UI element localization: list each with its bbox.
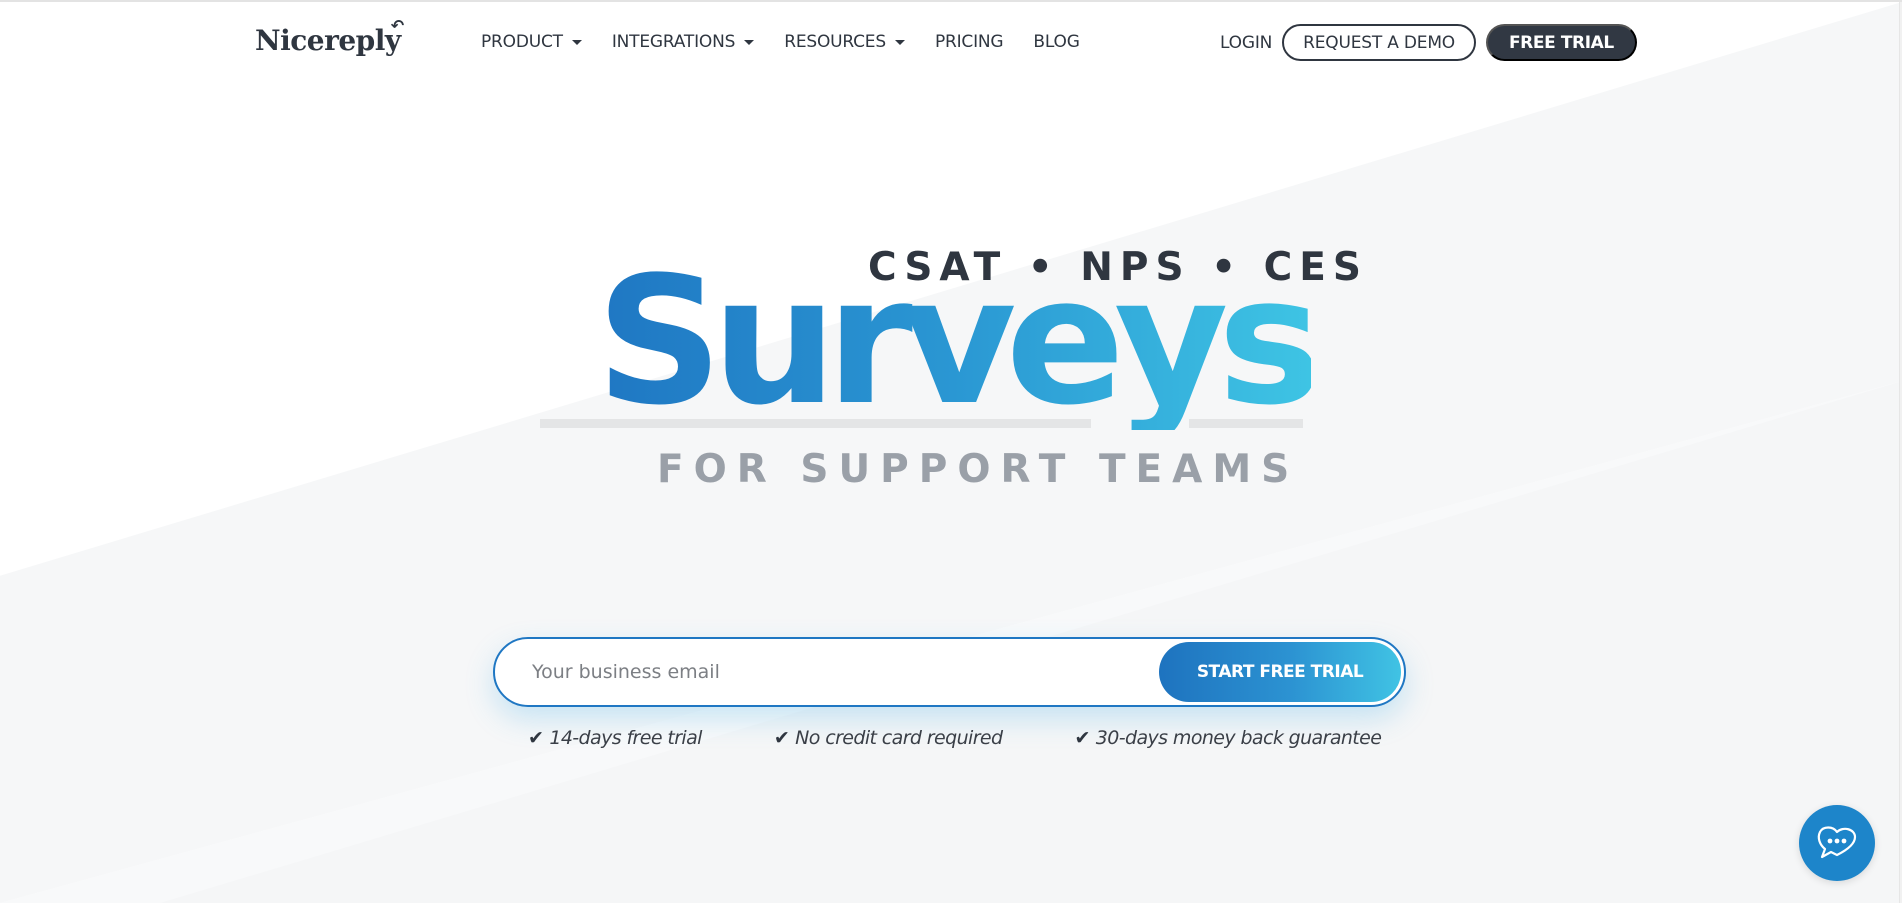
- caret-down-icon: [744, 39, 755, 45]
- benefit-item: ✔ No credit card required: [774, 727, 1003, 749]
- nav-item-resources[interactable]: RESOURCES: [784, 32, 905, 52]
- logo[interactable]: Nicereply ↶: [255, 16, 404, 57]
- nav-item-pricing[interactable]: PRICING: [934, 32, 1004, 52]
- chat-widget-button[interactable]: [1799, 805, 1875, 881]
- nav-item-label: PRODUCT: [481, 32, 563, 52]
- nav-item-label: PRICING: [934, 32, 1004, 52]
- check-icon: ✔: [1074, 727, 1090, 749]
- check-icon: ✔: [528, 727, 544, 749]
- main-nav: PRODUCT INTEGRATIONS RESOURCES PRICING B…: [481, 32, 1110, 52]
- caret-down-icon: [894, 39, 905, 45]
- benefits-list: ✔ 14-days free trial ✔ No credit card re…: [528, 727, 1382, 749]
- caret-down-icon: [571, 39, 582, 45]
- benefit-text: 14-days free trial: [549, 727, 702, 749]
- benefit-text: 30-days money back guarantee: [1095, 727, 1382, 749]
- benefit-text: No credit card required: [795, 727, 1003, 749]
- navbar: Nicereply ↶ PRODUCT INTEGRATIONS RESOURC…: [0, 2, 1902, 84]
- benefit-item: ✔ 14-days free trial: [528, 727, 702, 749]
- nav-item-integrations[interactable]: INTEGRATIONS: [611, 32, 755, 52]
- hero-tagline: FOR SUPPORT TEAMS: [657, 447, 1300, 492]
- signup-form: START FREE TRIAL: [493, 637, 1406, 707]
- logo-text: Nicereply: [255, 24, 401, 57]
- nav-item-label: RESOURCES: [784, 32, 886, 52]
- nav-item-label: BLOG: [1033, 32, 1080, 52]
- page: Nicereply ↶ PRODUCT INTEGRATIONS RESOURC…: [0, 0, 1902, 903]
- nav-actions: LOGIN REQUEST A DEMO FREE TRIAL: [1220, 24, 1637, 61]
- benefit-item: ✔ 30-days money back guarantee: [1074, 727, 1381, 749]
- reply-arrow-icon: ↶: [390, 16, 404, 35]
- chat-bubble-heart-icon: [1817, 826, 1857, 859]
- login-link[interactable]: LOGIN: [1220, 33, 1272, 53]
- nav-item-blog[interactable]: BLOG: [1033, 32, 1079, 52]
- nav-item-product[interactable]: PRODUCT: [481, 32, 582, 52]
- free-trial-button[interactable]: FREE TRIAL: [1485, 24, 1637, 61]
- nav-item-label: INTEGRATIONS: [611, 32, 736, 52]
- hero-title: Surveys: [596, 239, 1322, 444]
- start-free-trial-button[interactable]: START FREE TRIAL: [1159, 642, 1401, 702]
- check-icon: ✔: [773, 727, 790, 749]
- request-demo-button[interactable]: REQUEST A DEMO: [1282, 24, 1476, 61]
- business-email-input[interactable]: [495, 639, 1159, 705]
